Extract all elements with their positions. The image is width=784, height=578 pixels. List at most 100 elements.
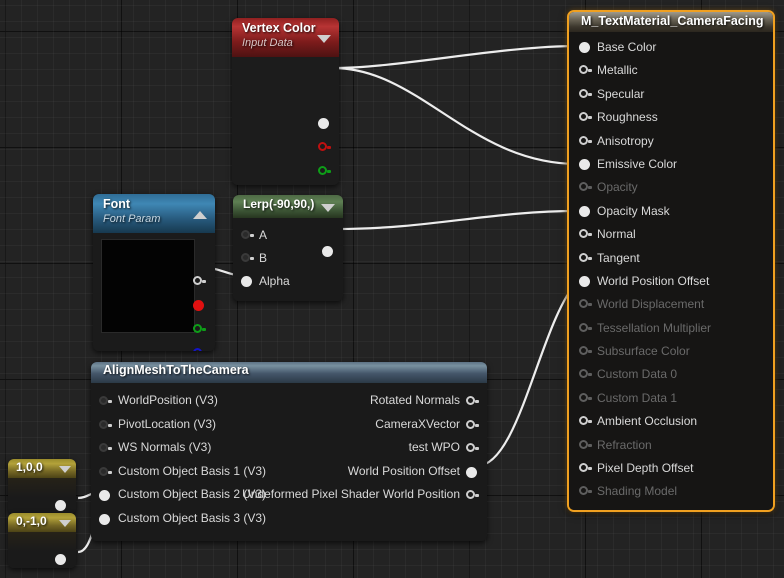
pin-normal[interactable] [579, 229, 592, 240]
pin-refraction[interactable] [579, 439, 592, 451]
material-input-normal[interactable]: Normal [569, 223, 773, 246]
pin-constant-a-output[interactable] [55, 500, 68, 511]
pin-anisotropy[interactable] [579, 135, 592, 147]
align-row-custom-object-basis-1-v3[interactable]: Custom Object Basis 1 (V3) World Position… [91, 460, 487, 484]
pin-shading-model[interactable] [579, 486, 592, 497]
pin-ambient-occlusion[interactable] [579, 416, 592, 427]
pin-constant-b-output[interactable] [55, 554, 68, 565]
lerp-input-alpha[interactable]: Alpha [233, 270, 343, 293]
pin-specular[interactable] [579, 88, 592, 100]
material-input-label: Tangent [597, 250, 640, 265]
node-lerp[interactable]: Lerp(-90,90,) A B Alpha [233, 195, 343, 301]
material-input-world-displacement[interactable]: World Displacement [569, 293, 773, 316]
pin-font-b[interactable] [193, 348, 206, 351]
pin-vertexcolor-r[interactable] [318, 142, 331, 153]
pin-world-position-offset[interactable] [579, 275, 592, 287]
material-input-pixel-depth-offset[interactable]: Pixel Depth Offset [569, 457, 773, 480]
pin-roughness[interactable] [579, 112, 592, 123]
align-row-custom-object-basis-2-v3[interactable]: Custom Object Basis 2 (V3) Undeformed Pix… [91, 483, 487, 507]
material-input-world-position-offset[interactable]: World Position Offset [569, 270, 773, 293]
align-input-label: Custom Object Basis 1 (V3) [118, 463, 267, 478]
pin-out-world-position-offset[interactable] [466, 466, 479, 478]
chevron-down-icon[interactable] [59, 519, 71, 527]
material-input-specular[interactable]: Specular [569, 83, 773, 106]
pin-tangent[interactable] [579, 252, 592, 264]
pin-opacity-mask[interactable] [579, 205, 592, 217]
material-input-label: Metallic [597, 63, 638, 78]
material-input-label: World Displacement [597, 297, 705, 312]
pin-subsurface-color[interactable] [579, 346, 592, 357]
pin-in-custom-object-basis-2-v3[interactable] [99, 490, 112, 502]
material-input-label: Emissive Color [597, 156, 678, 171]
pin-out-undeformed-pixel-shader-world-position[interactable] [466, 490, 479, 501]
pin-lerp-b[interactable] [241, 253, 254, 264]
material-input-refraction[interactable]: Refraction [569, 434, 773, 457]
chevron-down-icon[interactable] [317, 34, 331, 43]
pin-base-color[interactable] [579, 42, 592, 53]
pin-vertexcolor-g[interactable] [318, 166, 331, 177]
material-input-label: Custom Data 1 [597, 390, 678, 405]
material-input-base-color[interactable]: Base Color [569, 36, 773, 59]
pin-font-r[interactable] [193, 300, 206, 311]
lerp-input-b[interactable]: B [233, 247, 343, 270]
material-input-tangent[interactable]: Tangent [569, 247, 773, 270]
material-input-subsurface-color[interactable]: Subsurface Color [569, 340, 773, 363]
node-material-result[interactable]: M_TextMaterial_CameraFacing Base Color Me… [567, 10, 775, 512]
pin-font-rgb[interactable] [193, 276, 206, 287]
pin-lerp-alpha[interactable] [241, 276, 254, 287]
lerp-input-label: A [259, 228, 268, 242]
node-vertex-color[interactable]: Vertex Color Input Data [232, 18, 339, 185]
align-output-label: test WPO [408, 440, 460, 455]
material-input-custom-data-0[interactable]: Custom Data 0 [569, 363, 773, 386]
align-row-pivotlocation-v3[interactable]: PivotLocation (V3) CameraXVector [91, 413, 487, 437]
node-font-param[interactable]: Font Font Param [93, 194, 215, 351]
node-constant-b-value: 0,-1,0 [16, 514, 47, 528]
chevron-up-icon[interactable] [193, 210, 207, 219]
node-constant-vector-b[interactable]: 0,-1,0 [8, 513, 76, 568]
pin-in-worldposition-v3[interactable] [99, 396, 112, 407]
pin-opacity[interactable] [579, 182, 592, 193]
material-input-label: Refraction [597, 437, 652, 452]
pin-metallic[interactable] [579, 65, 592, 76]
pin-custom-data-1[interactable] [579, 392, 592, 404]
chevron-down-icon[interactable] [59, 465, 71, 473]
material-input-list: Base Color Metallic Specular Roughness Aniso… [569, 32, 773, 510]
align-row-custom-object-basis-3-v3[interactable]: Custom Object Basis 3 (V3) [91, 507, 487, 531]
pin-pixel-depth-offset[interactable] [579, 463, 592, 474]
align-row-worldposition-v3[interactable]: WorldPosition (V3) Rotated Normals [91, 389, 487, 413]
material-input-metallic[interactable]: Metallic [569, 59, 773, 82]
pin-emissive-color[interactable] [579, 158, 592, 170]
material-graph-canvas[interactable]: M_TextMaterial_CameraFacing Base Color Me… [0, 0, 784, 578]
material-input-emissive-color[interactable]: Emissive Color [569, 153, 773, 176]
node-align-mesh-to-the-camera[interactable]: AlignMeshToTheCamera WorldPosition (V3) R… [91, 362, 487, 541]
pin-lerp-a[interactable] [241, 230, 254, 241]
align-row-ws-normals-v3[interactable]: WS Normals (V3) test WPO [91, 436, 487, 460]
pin-font-g[interactable] [193, 324, 206, 335]
pin-out-rotated-normals[interactable] [466, 396, 479, 407]
material-input-roughness[interactable]: Roughness [569, 106, 773, 129]
pin-out-test-wpo[interactable] [466, 443, 479, 454]
material-input-ambient-occlusion[interactable]: Ambient Occlusion [569, 410, 773, 433]
pin-in-ws-normals-v3[interactable] [99, 443, 112, 454]
node-constant-vector-a[interactable]: 1,0,0 [8, 459, 76, 514]
pin-tessellation-multiplier[interactable] [579, 322, 592, 334]
material-input-tessellation-multiplier[interactable]: Tessellation Multiplier [569, 317, 773, 340]
pin-in-custom-object-basis-3-v3[interactable] [99, 513, 112, 525]
lerp-input-a[interactable]: A [233, 224, 343, 247]
material-input-shading-model[interactable]: Shading Model [569, 480, 773, 503]
material-input-opacity[interactable]: Opacity [569, 176, 773, 199]
pin-custom-data-0[interactable] [579, 369, 592, 380]
material-input-opacity-mask[interactable]: Opacity Mask [569, 200, 773, 223]
pin-out-cameraxvector[interactable] [466, 419, 479, 431]
material-input-custom-data-1[interactable]: Custom Data 1 [569, 387, 773, 410]
pin-in-pivotlocation-v3[interactable] [99, 419, 112, 431]
material-input-anisotropy[interactable]: Anisotropy [569, 130, 773, 153]
chevron-down-icon[interactable] [321, 203, 335, 212]
pin-vertexcolor-rgba[interactable] [318, 118, 331, 129]
pin-world-displacement[interactable] [579, 299, 592, 310]
material-input-label: Specular [597, 86, 645, 101]
constant-b-output-area [8, 532, 76, 568]
material-input-label: Roughness [597, 110, 658, 125]
pin-in-custom-object-basis-1-v3[interactable] [99, 466, 112, 478]
material-input-label: Base Color [597, 40, 657, 54]
